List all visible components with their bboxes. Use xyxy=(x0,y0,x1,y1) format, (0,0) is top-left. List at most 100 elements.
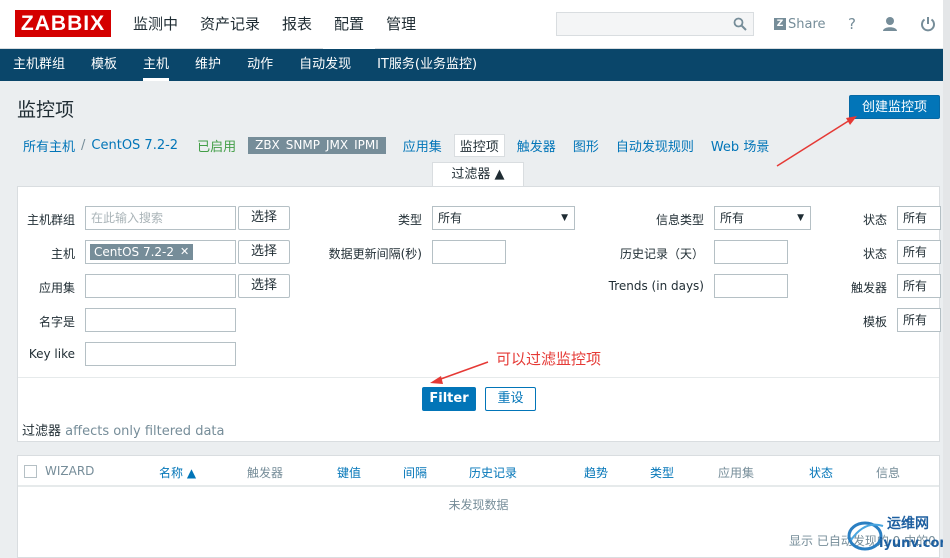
zabbix-logo[interactable]: ZABBIX xyxy=(15,10,111,37)
nav-configuration[interactable]: 配置 xyxy=(323,0,376,49)
tab-applications[interactable]: 应用集 xyxy=(403,136,442,155)
status-label: 状态 xyxy=(862,247,887,261)
type-select-value: 所有 xyxy=(438,211,463,225)
tag-ipmi: IPMI xyxy=(354,138,379,152)
col-wizard: WIZARD xyxy=(45,464,95,478)
dropdown-arrow-icon: ▼ xyxy=(797,213,804,223)
subnav-actions[interactable]: 动作 xyxy=(234,49,286,81)
host-input[interactable]: CentOS 7.2-2 ✕ xyxy=(85,240,236,264)
subnav-hosts[interactable]: 主机 xyxy=(130,49,182,81)
col-status[interactable]: 状态 xyxy=(809,464,833,481)
state-label: 状态 xyxy=(862,213,887,227)
share-link[interactable]: Z Share xyxy=(774,15,826,33)
filter-note-bold: 过滤器 xyxy=(22,424,62,439)
subnav-maintenance[interactable]: 维护 xyxy=(182,49,234,81)
breadcrumb-all-hosts[interactable]: 所有主机 xyxy=(23,136,75,155)
status-select-value: 所有 xyxy=(903,245,928,259)
key-input[interactable] xyxy=(85,342,236,366)
top-header: ZABBIX 监测中 资产记录 报表 配置 管理 Z Share ? xyxy=(0,0,950,49)
tab-web-scenarios[interactable]: Web 场景 xyxy=(711,136,769,155)
subnav-host-groups[interactable]: 主机群组 xyxy=(0,49,78,81)
history-input[interactable] xyxy=(714,240,788,264)
trends-label: Trends (in days) xyxy=(608,279,704,293)
filter-panel: 主机群组 在此输入搜索 选择 主机 CentOS 7.2-2 ✕ 选择 应用集 … xyxy=(17,186,941,442)
table-header: WIZARD 名称 ▲ 触发器 键值 间隔 历史记录 趋势 类型 应用集 状态 … xyxy=(18,456,939,487)
user-profile-icon[interactable] xyxy=(880,14,900,34)
subnav-templates[interactable]: 模板 xyxy=(78,49,130,81)
triggers-select-value: 所有 xyxy=(903,279,928,293)
watermark-domain: iyunv.com xyxy=(879,536,950,551)
host-status-enabled[interactable]: 已启用 xyxy=(197,136,236,155)
info-type-select[interactable]: 所有 ▼ xyxy=(714,206,811,230)
host-chip: CentOS 7.2-2 ✕ xyxy=(90,244,194,260)
nav-inventory[interactable]: 资产记录 xyxy=(189,0,271,49)
col-applications: 应用集 xyxy=(718,466,755,480)
col-type[interactable]: 类型 xyxy=(650,464,674,481)
col-key[interactable]: 键值 xyxy=(337,464,361,481)
type-select[interactable]: 所有 ▼ xyxy=(432,206,575,230)
search-input[interactable] xyxy=(556,12,754,36)
col-history[interactable]: 历史记录 xyxy=(469,464,517,481)
host-select-button[interactable]: 选择 xyxy=(238,240,290,264)
host-group-input[interactable]: 在此输入搜索 xyxy=(85,206,236,230)
breadcrumb-separator: / xyxy=(81,137,86,153)
template-select[interactable]: 所有 xyxy=(897,308,941,332)
host-label: 主机 xyxy=(50,247,75,261)
filter-toggle-tab[interactable]: 过滤器 ▲ xyxy=(432,162,524,187)
watermark-title: 运维网 xyxy=(887,516,929,532)
template-label: 模板 xyxy=(862,315,887,329)
tab-items[interactable]: 监控项 xyxy=(453,133,505,157)
share-logo-icon: Z xyxy=(774,18,786,30)
tag-zbx: ZBX xyxy=(255,138,280,152)
no-data-message: 未发现数据 xyxy=(448,498,509,512)
type-label: 类型 xyxy=(397,213,422,227)
host-group-select-button[interactable]: 选择 xyxy=(238,206,290,230)
breadcrumb-host[interactable]: CentOS 7.2-2 xyxy=(91,138,178,153)
logout-power-icon[interactable] xyxy=(918,14,938,34)
subnav-discovery[interactable]: 自动发现 xyxy=(286,49,364,81)
tag-jmx: JMX xyxy=(325,138,349,152)
availability-tags: ZBX SNMP JMX IPMI xyxy=(248,136,386,154)
trends-input[interactable] xyxy=(714,274,788,298)
help-icon[interactable]: ? xyxy=(842,14,862,34)
col-trends[interactable]: 趋势 xyxy=(584,464,608,481)
arrow-to-create-button xyxy=(776,116,857,167)
reset-filter-button[interactable]: 重设 xyxy=(485,387,536,411)
items-table: WIZARD 名称 ▲ 触发器 键值 间隔 历史记录 趋势 类型 应用集 状态 … xyxy=(17,455,940,558)
tab-graphs[interactable]: 图形 xyxy=(573,136,599,155)
tab-discovery-rules[interactable]: 自动发现规则 xyxy=(616,136,694,155)
state-select-value: 所有 xyxy=(903,211,928,225)
nav-monitoring[interactable]: 监测中 xyxy=(122,0,189,49)
info-type-select-value: 所有 xyxy=(720,211,745,225)
select-all-checkbox[interactable] xyxy=(24,465,37,478)
dropdown-arrow-icon: ▼ xyxy=(561,213,568,223)
col-triggers: 触发器 xyxy=(247,466,284,480)
annotation-text: 可以过滤监控项 xyxy=(496,350,602,368)
status-select[interactable]: 所有 xyxy=(897,240,941,264)
create-item-button[interactable]: 创建监控项 xyxy=(849,95,940,119)
application-select-button[interactable]: 选择 xyxy=(238,274,290,298)
host-group-label: 主机群组 xyxy=(26,213,75,227)
col-interval[interactable]: 间隔 xyxy=(403,464,427,481)
name-input[interactable] xyxy=(85,308,236,332)
col-name[interactable]: 名称 ▲ xyxy=(159,464,196,481)
info-type-label: 信息类型 xyxy=(655,213,704,227)
apply-filter-button[interactable]: Filter xyxy=(422,387,476,411)
tab-triggers[interactable]: 触发器 xyxy=(517,136,556,155)
name-label: 名字是 xyxy=(38,315,75,329)
history-label: 历史记录（天） xyxy=(619,247,704,261)
vertical-scrollbar[interactable] xyxy=(943,0,950,558)
application-input[interactable] xyxy=(85,274,236,298)
remove-chip-icon[interactable]: ✕ xyxy=(180,244,189,260)
triggers-select[interactable]: 所有 xyxy=(897,274,941,298)
state-select[interactable]: 所有 xyxy=(897,206,941,230)
filter-note-text: affects only filtered data xyxy=(65,424,225,439)
interval-input[interactable] xyxy=(432,240,506,264)
subnav-it-services[interactable]: IT服务(业务监控) xyxy=(364,49,490,81)
key-label: Key like xyxy=(28,347,75,361)
search-icon[interactable] xyxy=(733,17,747,31)
page-title: 监控项 xyxy=(17,99,75,121)
nav-reports[interactable]: 报表 xyxy=(271,0,323,49)
nav-administration[interactable]: 管理 xyxy=(375,0,427,49)
site-watermark: 运维网 iyunv.com xyxy=(843,510,950,556)
